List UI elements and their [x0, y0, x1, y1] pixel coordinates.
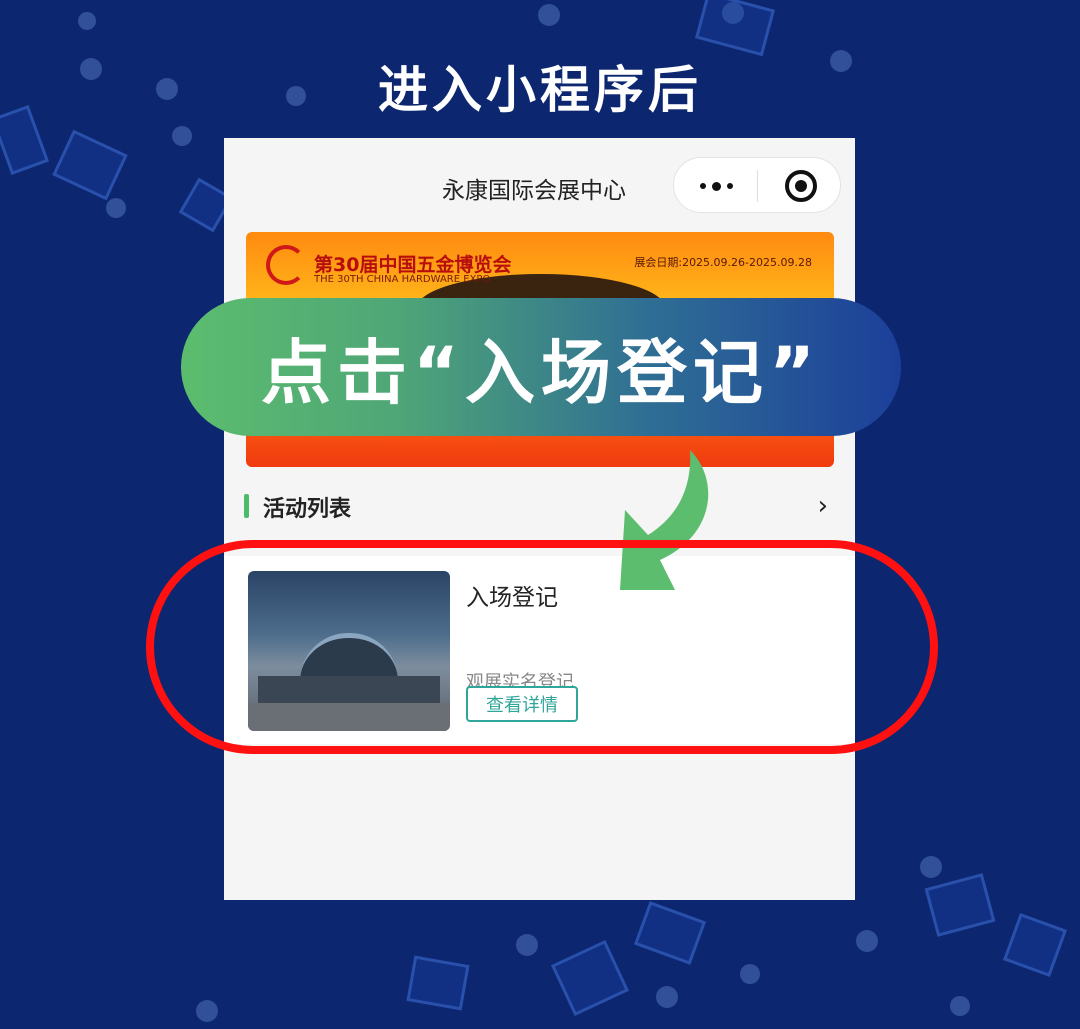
bg-dot: [656, 986, 678, 1008]
bg-dot: [172, 126, 192, 146]
chevron-right-icon[interactable]: ›: [818, 491, 828, 521]
bg-dot: [950, 996, 970, 1016]
expo-dates: 展会日期:2025.09.26-2025.09.28: [634, 256, 812, 269]
bg-dot: [106, 198, 126, 218]
mini-program-screen: 永康国际会展中心 第30届中国五金博览会 THE 30TH CHINA HARD…: [224, 138, 855, 900]
page-heading: 进入小程序后: [378, 61, 702, 119]
bg-dot: [856, 930, 878, 952]
bg-dot: [78, 12, 96, 30]
expo-title-cn: 第30届中国五金博览会: [314, 254, 512, 276]
title-bar: 永康国际会展中心: [224, 138, 855, 232]
instruction-callout: 点击“入场登记”: [181, 298, 901, 436]
bg-cube: [52, 129, 128, 201]
bg-cube: [924, 873, 996, 937]
bg-cube: [694, 0, 776, 57]
expo-title-en: THE 30TH CHINA HARDWARE EXPO: [314, 274, 491, 285]
bg-dot: [516, 934, 538, 956]
section-accent-bar: [244, 494, 249, 518]
bg-dot: [196, 1000, 218, 1022]
bg-dot: [538, 4, 560, 26]
target-close-icon[interactable]: [785, 170, 817, 202]
bg-dot: [740, 964, 760, 984]
section-label: 活动列表: [263, 497, 352, 522]
bg-cube: [1002, 912, 1068, 978]
expo-logo-icon: [266, 245, 306, 285]
bg-dot: [920, 856, 942, 878]
bg-cube: [406, 955, 470, 1011]
section-header[interactable]: 活动列表 ›: [244, 491, 834, 522]
capsule-divider: [757, 170, 758, 202]
more-dots-icon[interactable]: [696, 166, 736, 206]
capsule-menu: [673, 157, 841, 213]
app-title: 永康国际会展中心: [442, 178, 626, 204]
highlight-ring: [146, 540, 938, 754]
bg-cube: [633, 901, 707, 965]
bg-cube: [550, 939, 630, 1017]
